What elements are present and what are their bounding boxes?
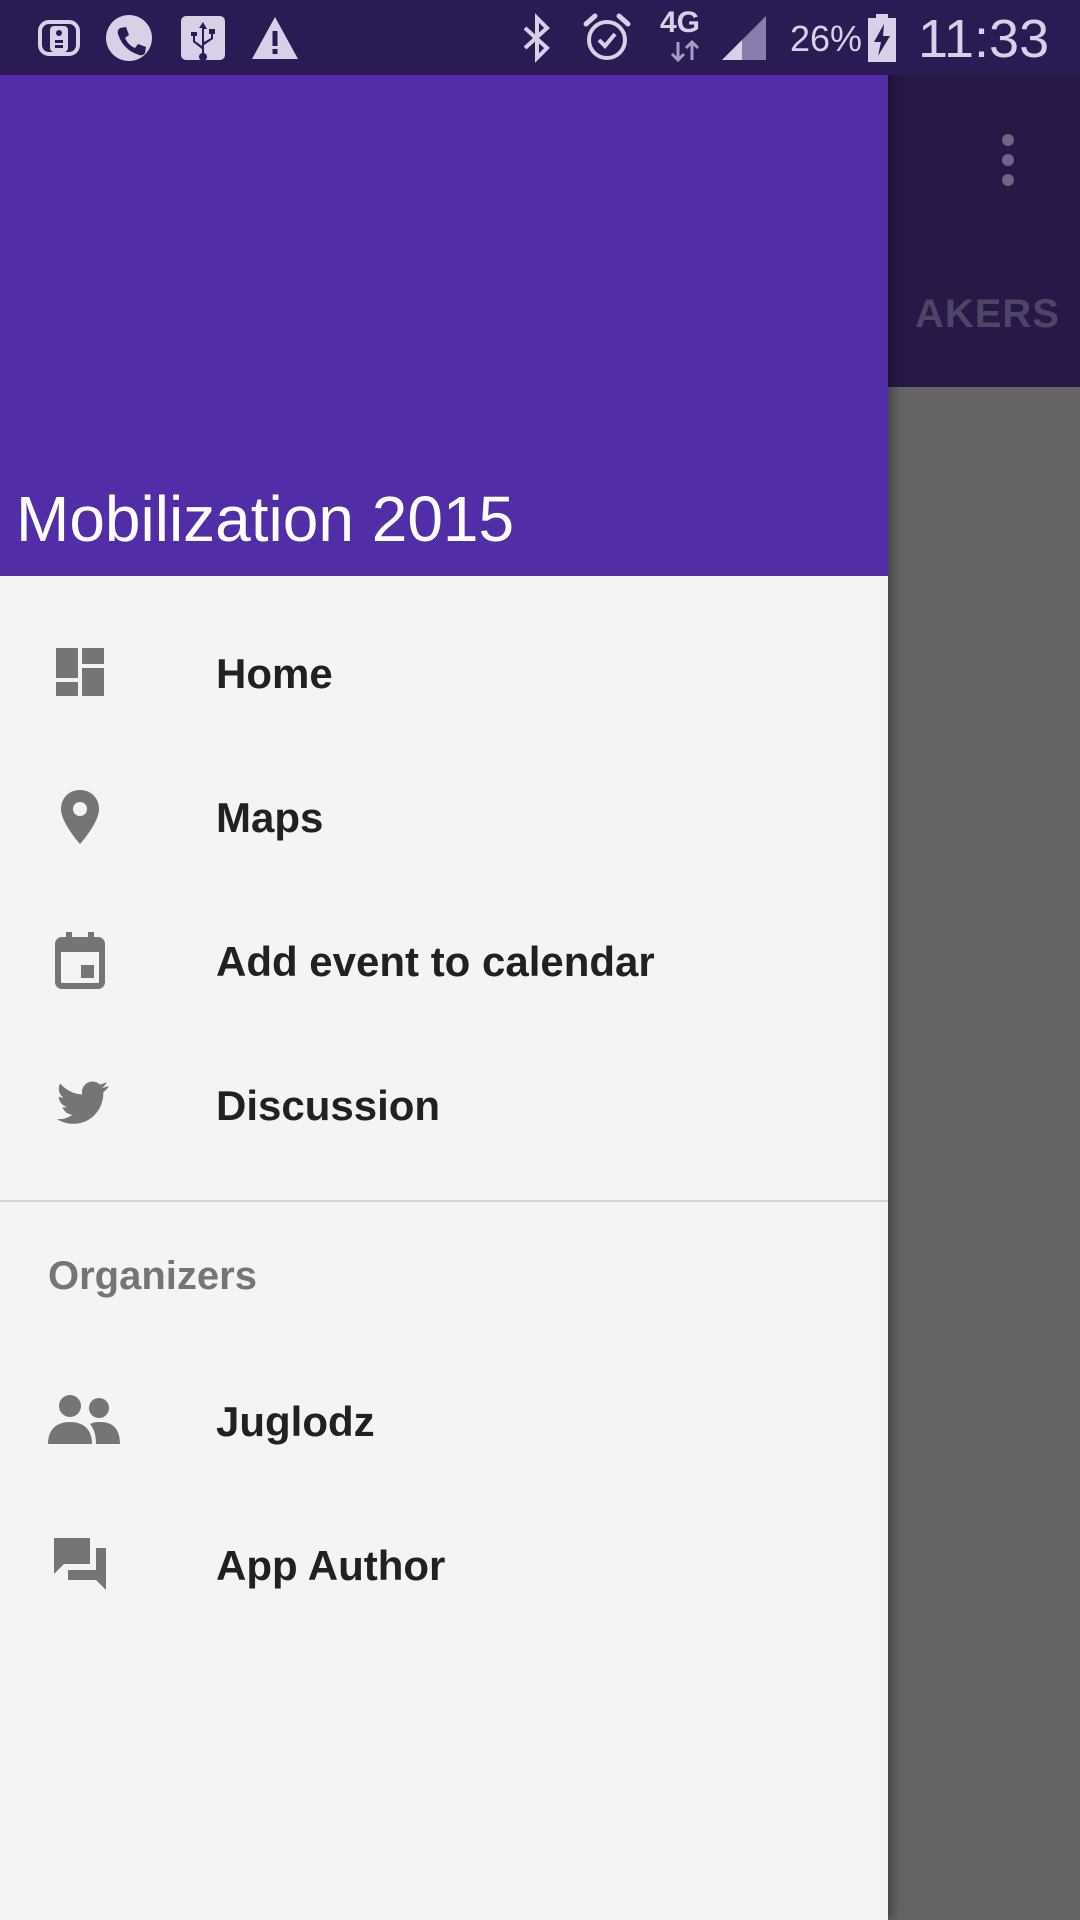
menu-dot [1002,174,1014,186]
nav-item-label: Maps [216,794,324,841]
network-4g-icon: 4G [660,6,701,39]
nav-item-add-event[interactable]: Add event to calendar [0,888,888,1032]
nav-item-discussion[interactable]: Discussion [0,1032,888,1176]
phone-call-icon [104,12,154,64]
more-vert-icon[interactable] [978,120,1038,200]
drawer-divider [0,1200,888,1202]
menu-dot [1002,154,1014,166]
drawer-title: Mobilization 2015 [16,483,515,555]
map-pin-icon [48,784,112,848]
nav-item-home[interactable]: Home [0,600,888,744]
menu-dot [1002,134,1014,146]
status-bar: 4G 26% 11:33 [0,0,1080,75]
twitter-bird-icon [48,1072,112,1136]
calendar-event-icon [48,928,112,992]
signal-icon [718,12,768,64]
nav-item-label: Juglodz [216,1398,375,1445]
people-icon [44,1388,124,1452]
nav-item-juglodz[interactable]: Juglodz [0,1348,888,1492]
warning-icon [250,12,300,64]
forum-icon [48,1532,112,1596]
nav-item-maps[interactable]: Maps [0,744,888,888]
data-arrows-icon [668,40,702,62]
battery-percent: 26% [790,18,863,59]
nav-item-label: Discussion [216,1082,441,1129]
drawer-header: Mobilization 2015 [0,0,888,576]
status-time: 11:33 [918,9,1050,69]
nav-item-label: Home [216,650,333,697]
alarm-icon [582,12,632,64]
section-header-organizers: Organizers [48,1254,257,1298]
nav-item-label: Add event to calendar [216,938,655,985]
dashboard-icon [48,640,112,704]
battery-charging-icon [864,12,900,64]
navigation-drawer: Mobilization 2015 Home Maps Add event to… [0,0,888,1920]
usb-icon [178,12,228,64]
nav-item-label: App Author [216,1542,446,1589]
nav-item-app-author[interactable]: App Author [0,1492,888,1636]
bluetooth-icon [512,12,562,64]
remote-icon [34,12,84,64]
